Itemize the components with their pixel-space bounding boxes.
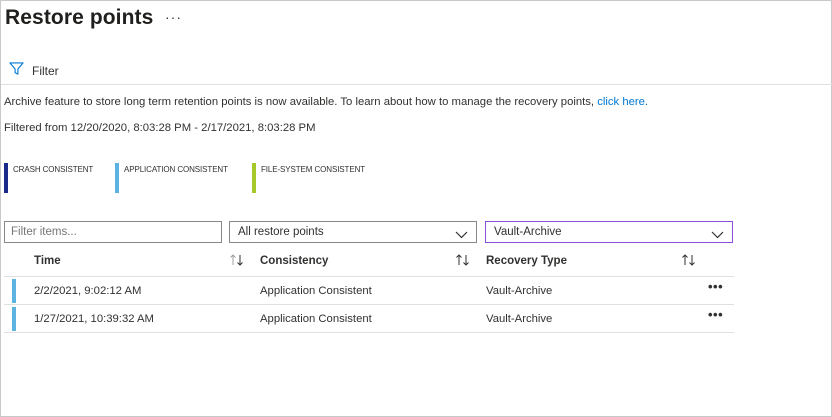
cell-time: 1/27/2021, 10:39:32 AM (34, 313, 154, 325)
table-row[interactable]: 2/2/2021, 9:02:12 AM Application Consist… (4, 277, 734, 305)
column-header-recovery-type[interactable]: Recovery Type (486, 255, 567, 267)
restore-points-table: Time Consistency Recovery Type 2/2/2021,… (4, 247, 734, 333)
legend-application-color (115, 163, 119, 193)
sort-icon[interactable] (681, 253, 697, 272)
legend-application-label: APPLICATION CONSISTENT (124, 165, 228, 174)
filter-button-label: Filter (32, 64, 59, 78)
consistency-indicator (12, 307, 16, 331)
filter-icon (9, 61, 24, 81)
legend-crash-label: CRASH CONSISTENT (13, 165, 94, 174)
table-header: Time Consistency Recovery Type (4, 247, 734, 277)
chevron-down-icon (455, 227, 468, 245)
recovery-type-dropdown[interactable]: Vault-Archive (485, 221, 733, 243)
cell-consistency: Application Consistent (260, 313, 372, 325)
restore-points-dropdown-value: All restore points (238, 226, 324, 238)
cell-recovery-type: Vault-Archive (486, 285, 553, 297)
sort-icon[interactable] (229, 253, 245, 272)
column-header-time[interactable]: Time (34, 255, 61, 267)
column-header-consistency[interactable]: Consistency (260, 255, 328, 267)
restore-points-dropdown[interactable]: All restore points (229, 221, 477, 243)
restore-points-pane: Restore points ··· Filter Archive featur… (0, 0, 832, 417)
cell-time: 2/2/2021, 9:02:12 AM (34, 285, 142, 297)
cell-recovery-type: Vault-Archive (486, 313, 553, 325)
archive-info-message: Archive feature to store long term reten… (4, 96, 648, 108)
row-more-options-button[interactable]: ••• (708, 307, 723, 322)
click-here-link[interactable]: click here. (597, 96, 648, 108)
more-options-button[interactable]: ··· (165, 9, 182, 25)
sort-icon[interactable] (455, 253, 471, 272)
command-bar: Filter (1, 57, 832, 85)
cell-consistency: Application Consistent (260, 285, 372, 297)
page-title: Restore points (5, 6, 154, 29)
row-more-options-button[interactable]: ••• (708, 279, 723, 294)
table-row[interactable]: 1/27/2021, 10:39:32 AM Application Consi… (4, 305, 734, 333)
legend-crash-color (4, 163, 8, 193)
filter-button[interactable]: Filter (9, 61, 59, 81)
archive-info-text: Archive feature to store long term reten… (4, 96, 598, 108)
legend-filesystem-color (252, 163, 256, 193)
recovery-type-dropdown-value: Vault-Archive (494, 226, 562, 238)
legend-filesystem-label: FILE-SYSTEM CONSISTENT (261, 165, 366, 174)
chevron-down-icon (711, 227, 724, 245)
filtered-range-text: Filtered from 12/20/2020, 8:03:28 PM - 2… (4, 122, 316, 134)
filter-items-input[interactable] (4, 221, 222, 243)
consistency-indicator (12, 279, 16, 303)
page-header: Restore points (5, 5, 153, 31)
